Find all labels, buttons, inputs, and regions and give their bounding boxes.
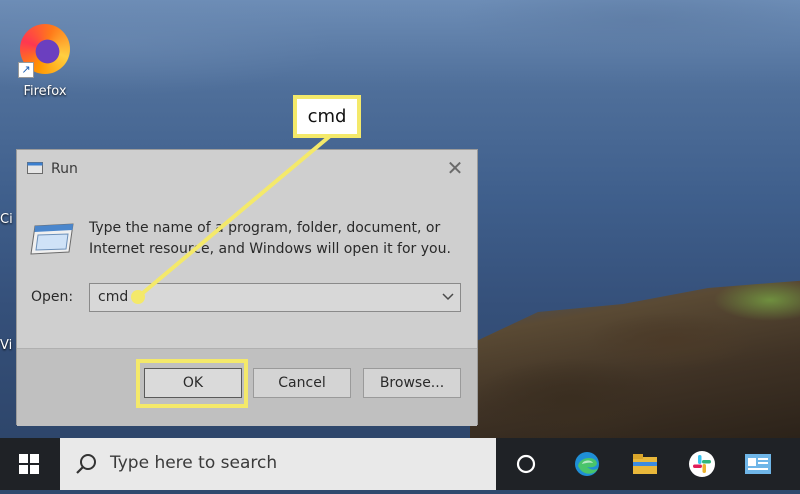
dialog-titlebar[interactable]: Run ✕ <box>17 150 477 188</box>
app-icon[interactable] <box>744 450 772 478</box>
desktop-icon-label-partial[interactable]: Vi <box>0 338 12 353</box>
run-app-icon <box>27 162 43 174</box>
shortcut-arrow-icon: ↗ <box>18 62 34 78</box>
chevron-down-icon[interactable] <box>442 292 454 302</box>
taskbar-search-box[interactable]: Type here to search <box>60 438 496 490</box>
open-input[interactable]: cmd <box>98 289 128 305</box>
edge-icon[interactable] <box>573 450 601 478</box>
desktop-icon-label: Firefox <box>23 84 67 99</box>
search-placeholder: Type here to search <box>110 453 278 473</box>
slack-icon[interactable] <box>688 450 716 478</box>
search-icon <box>76 454 96 474</box>
cancel-button[interactable]: Cancel <box>253 368 351 398</box>
desktop-icon-firefox[interactable]: ↗ Firefox <box>14 24 76 99</box>
firefox-icon: ↗ <box>18 24 70 78</box>
open-combobox[interactable]: cmd <box>89 283 461 312</box>
file-explorer-icon[interactable] <box>631 450 659 478</box>
dialog-body: Type the name of a program, folder, docu… <box>17 188 477 348</box>
callout-label: cmd <box>293 95 361 138</box>
wallpaper-shore <box>470 280 800 440</box>
ok-button-highlight <box>136 359 248 408</box>
close-button[interactable]: ✕ <box>445 158 465 178</box>
close-icon: ✕ <box>446 156 464 180</box>
run-program-icon <box>30 223 74 255</box>
browse-button[interactable]: Browse... <box>363 368 461 398</box>
start-button[interactable] <box>0 438 58 490</box>
task-view-icon[interactable] <box>512 450 540 478</box>
desktop-icon-label-partial[interactable]: Ci <box>0 212 13 227</box>
taskbar: Type here to search <box>0 438 800 490</box>
dialog-title: Run <box>51 161 78 177</box>
windows-logo-icon <box>19 454 39 474</box>
open-label: Open: <box>31 289 74 305</box>
dialog-description: Type the name of a program, folder, docu… <box>89 220 451 257</box>
